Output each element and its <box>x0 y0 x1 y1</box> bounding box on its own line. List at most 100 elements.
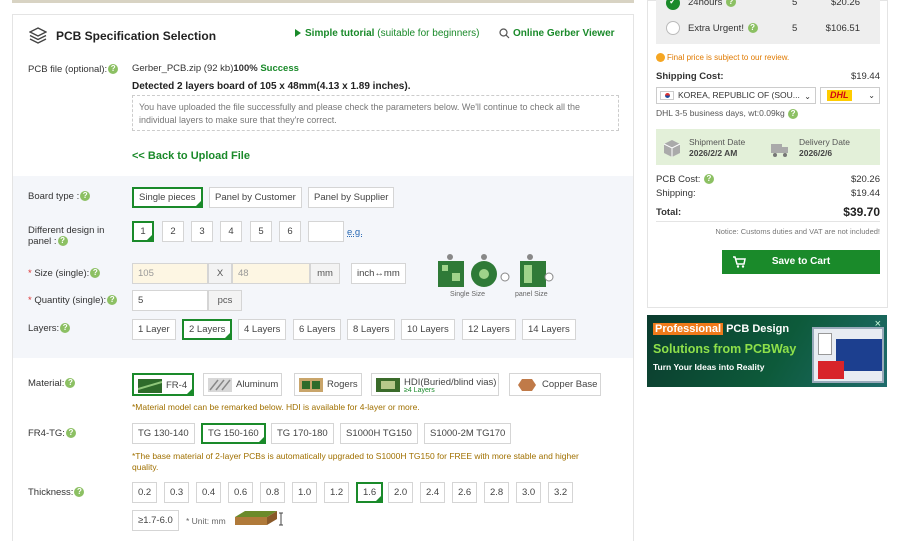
help-icon[interactable]: ? <box>747 23 758 34</box>
material-copper[interactable]: Copper Base <box>509 373 601 396</box>
build-time-row-urgent[interactable]: Extra Urgent! ? 5 $106.51 <box>656 17 880 39</box>
tutorial-link-label: Simple tutorial <box>305 28 375 39</box>
material-note: *Material model can be remarked below. H… <box>132 402 420 412</box>
help-icon[interactable]: ? <box>65 428 76 439</box>
layer-option-1[interactable]: 1 Layer <box>132 319 176 340</box>
unit-convert-button[interactable]: inch↔mm <box>351 263 406 284</box>
design-custom-input[interactable] <box>308 221 344 242</box>
thickness-unit-note: * Unit: mm <box>186 516 226 526</box>
thickness-2.0[interactable]: 2.0 <box>388 482 414 503</box>
design-option-4[interactable]: 4 <box>220 221 242 242</box>
single-size-illustration-icon <box>438 254 554 287</box>
thickness-0.8[interactable]: 0.8 <box>260 482 286 503</box>
board-thickness-icon <box>235 511 283 526</box>
design-option-1[interactable]: 1 <box>132 221 154 244</box>
thickness-2.4[interactable]: 2.4 <box>420 482 446 503</box>
thickness-0.6[interactable]: 0.6 <box>228 482 254 503</box>
shipping-label: Shipping: <box>656 188 696 199</box>
material-label: Material:? <box>28 378 76 389</box>
quantity-label: * Quantity (single):? <box>28 295 118 306</box>
simple-tutorial-link[interactable]: Simple tutorial (suitable for beginners) <box>295 28 480 39</box>
ad-highlight: Professional <box>653 323 724 335</box>
thickness-0.3[interactable]: 0.3 <box>164 482 190 503</box>
upload-notice: You have uploaded the file successfully … <box>132 95 619 131</box>
pcb-design-ad-banner[interactable]: Professional PCB Design Solutions from P… <box>647 315 887 387</box>
thickness-0.4[interactable]: 0.4 <box>196 482 222 503</box>
shipment-date-label: Shipment Date <box>689 137 746 147</box>
help-icon[interactable]: ? <box>80 191 91 202</box>
help-icon[interactable]: ? <box>60 323 71 334</box>
thickness-2.8[interactable]: 2.8 <box>484 482 510 503</box>
board-type-panel-customer[interactable]: Panel by Customer <box>209 187 302 208</box>
board-type-label: Board type :? <box>28 191 91 202</box>
carrier-info-text: DHL 3-5 business days, wt:0.09kg <box>656 108 785 118</box>
thickness-0.2[interactable]: 0.2 <box>132 482 158 503</box>
gerber-viewer-link[interactable]: Online Gerber Viewer <box>499 28 615 39</box>
country-select-value: KOREA, REPUBLIC OF (SOU... <box>678 90 800 100</box>
build-time-radio-24h[interactable] <box>666 0 680 10</box>
board-type-single[interactable]: Single pieces <box>132 187 203 210</box>
design-option-6[interactable]: 6 <box>279 221 301 242</box>
example-link[interactable]: e.g. <box>347 227 363 238</box>
thickness-1.2[interactable]: 1.2 <box>324 482 350 503</box>
size-height-input[interactable]: 48 <box>232 263 310 284</box>
back-to-upload-link[interactable]: << Back to Upload File <box>132 150 250 162</box>
size-width-input[interactable]: 105 <box>132 263 208 284</box>
final-price-note: Final price is subject to our review. <box>656 53 789 63</box>
build-time-row-24h[interactable]: 24hours ? 5 $20.26 <box>656 0 880 14</box>
material-hdi[interactable]: HDI(Buried/blind vias) ≥4 Layers <box>371 373 499 396</box>
design-option-3[interactable]: 3 <box>191 221 213 242</box>
delivery-date-label: Delivery Date <box>799 137 851 147</box>
thickness-3.0[interactable]: 3.0 <box>516 482 542 503</box>
layer-option-12[interactable]: 12 Layers <box>462 319 516 340</box>
panel-header: PCB Specification Selection Simple tutor… <box>13 15 633 57</box>
country-select[interactable]: KOREA, REPUBLIC OF (SOU... ⌄ <box>656 87 816 104</box>
rogers-swatch-icon <box>299 378 323 392</box>
help-icon[interactable]: ? <box>107 295 118 306</box>
help-icon[interactable]: ? <box>704 174 714 185</box>
material-aluminum[interactable]: Aluminum <box>203 373 282 396</box>
size-label-text: Size (single): <box>34 268 90 279</box>
chevron-down-icon: ⌄ <box>804 92 811 101</box>
quantity-label-text: Quantity (single): <box>34 295 107 306</box>
help-icon[interactable]: ? <box>57 236 68 247</box>
design-option-2[interactable]: 2 <box>162 221 184 242</box>
layer-option-10[interactable]: 10 Layers <box>401 319 455 340</box>
cart-icon <box>733 256 746 268</box>
quantity-unit: pcs <box>208 290 242 311</box>
save-to-cart-button[interactable]: Save to Cart <box>722 250 880 274</box>
thickness-1.6[interactable]: 1.6 <box>356 482 384 505</box>
layer-option-4[interactable]: 4 Layers <box>238 319 287 340</box>
tg-option-150[interactable]: TG 150-160 <box>201 423 266 446</box>
material-rogers[interactable]: Rogers <box>294 373 362 396</box>
layer-option-14[interactable]: 14 Layers <box>522 319 576 340</box>
tg-option-130[interactable]: TG 130-140 <box>132 423 195 444</box>
help-icon[interactable]: ? <box>725 0 736 8</box>
help-icon[interactable]: ? <box>74 487 85 498</box>
help-icon[interactable]: ? <box>90 268 101 279</box>
ad-line-1-rest: PCB Design <box>723 323 790 335</box>
build-time-urgent-qty: 5 <box>792 23 798 34</box>
layer-option-8[interactable]: 8 Layers <box>347 319 396 340</box>
help-icon[interactable]: ? <box>108 64 119 75</box>
help-icon[interactable]: ? <box>65 378 76 389</box>
tg-option-s1000h[interactable]: S1000H TG150 <box>340 423 418 444</box>
close-icon[interactable]: × <box>875 318 881 330</box>
carrier-select[interactable]: DHL ⌄ <box>820 87 880 104</box>
tg-option-s1000-2m[interactable]: S1000-2M TG170 <box>424 423 512 444</box>
material-fr4[interactable]: FR-4 <box>132 373 194 396</box>
ad-line-2: Solutions from PCBWay <box>653 342 797 356</box>
design-option-5[interactable]: 5 <box>250 221 272 242</box>
thickness-custom[interactable]: ≥1.7-6.0 <box>132 510 179 531</box>
thickness-1.0[interactable]: 1.0 <box>292 482 318 503</box>
quantity-input[interactable]: 5 <box>132 290 208 311</box>
shipping-value: $19.44 <box>850 188 880 199</box>
tg-option-170[interactable]: TG 170-180 <box>271 423 334 444</box>
layer-option-6[interactable]: 6 Layers <box>293 319 342 340</box>
layer-option-2[interactable]: 2 Layers <box>182 319 233 342</box>
thickness-2.6[interactable]: 2.6 <box>452 482 478 503</box>
board-type-panel-supplier[interactable]: Panel by Supplier <box>308 187 395 208</box>
thickness-3.2[interactable]: 3.2 <box>548 482 574 503</box>
help-icon[interactable]: ? <box>788 108 799 119</box>
build-time-radio-urgent[interactable] <box>666 21 680 35</box>
